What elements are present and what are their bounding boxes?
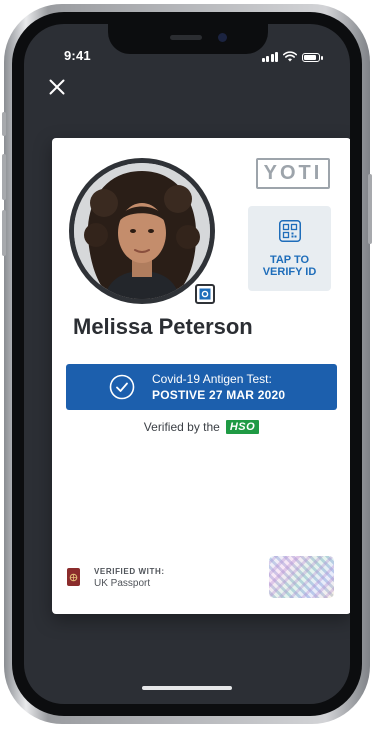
close-button[interactable]: [44, 74, 70, 100]
passport-icon: [67, 568, 80, 586]
phone-frame: 9:41 YOTI TAP TO VERIFY ID Melissa Peter…: [2, 4, 372, 724]
qr-code-icon: [278, 220, 301, 242]
home-indicator[interactable]: [142, 686, 232, 690]
status-icons: [261, 51, 323, 62]
status-time: 9:41: [64, 48, 91, 63]
close-icon: [49, 79, 65, 95]
avatar-ring: [69, 158, 215, 304]
tap-to-verify-button[interactable]: TAP TO VERIFY ID: [248, 206, 331, 291]
check-circle-icon: [109, 374, 135, 400]
verified-with-label: VERIFIED WITH:: [94, 567, 165, 576]
holder-name: Melissa Peterson: [73, 314, 253, 339]
volume-up-button: [2, 154, 6, 200]
test-result-banner: Covid-19 Antigen Test: POSTIVE 27 MAR 20…: [66, 364, 337, 410]
front-camera: [218, 33, 227, 42]
wifi-icon: [283, 51, 297, 62]
speaker: [170, 35, 202, 40]
id-badge-icon: [195, 284, 215, 304]
digital-id-card: YOTI TAP TO VERIFY ID Melissa Peterson C…: [52, 138, 350, 614]
volume-down-button: [2, 210, 6, 256]
notch: [108, 24, 268, 54]
mute-switch: [2, 112, 6, 136]
phone-screen: 9:41 YOTI TAP TO VERIFY ID Melissa Peter…: [24, 24, 350, 704]
verified-by: Verified by the HSO: [52, 420, 350, 434]
avatar: [74, 163, 210, 299]
verified-with-value: UK Passport: [94, 578, 151, 589]
test-name: Covid-19 Antigen Test:: [152, 372, 272, 386]
power-button: [368, 174, 372, 244]
verified-by-label: Verified by the: [143, 420, 220, 434]
brand-logo: YOTI: [256, 158, 330, 189]
hso-badge: HSO: [225, 420, 260, 434]
hologram-seal: [269, 556, 334, 598]
battery-icon: [302, 53, 323, 62]
signal-icon: [261, 52, 278, 62]
verify-label: TAP TO VERIFY ID: [262, 254, 317, 278]
test-result: POSTIVE 27 MAR 2020: [152, 388, 286, 402]
